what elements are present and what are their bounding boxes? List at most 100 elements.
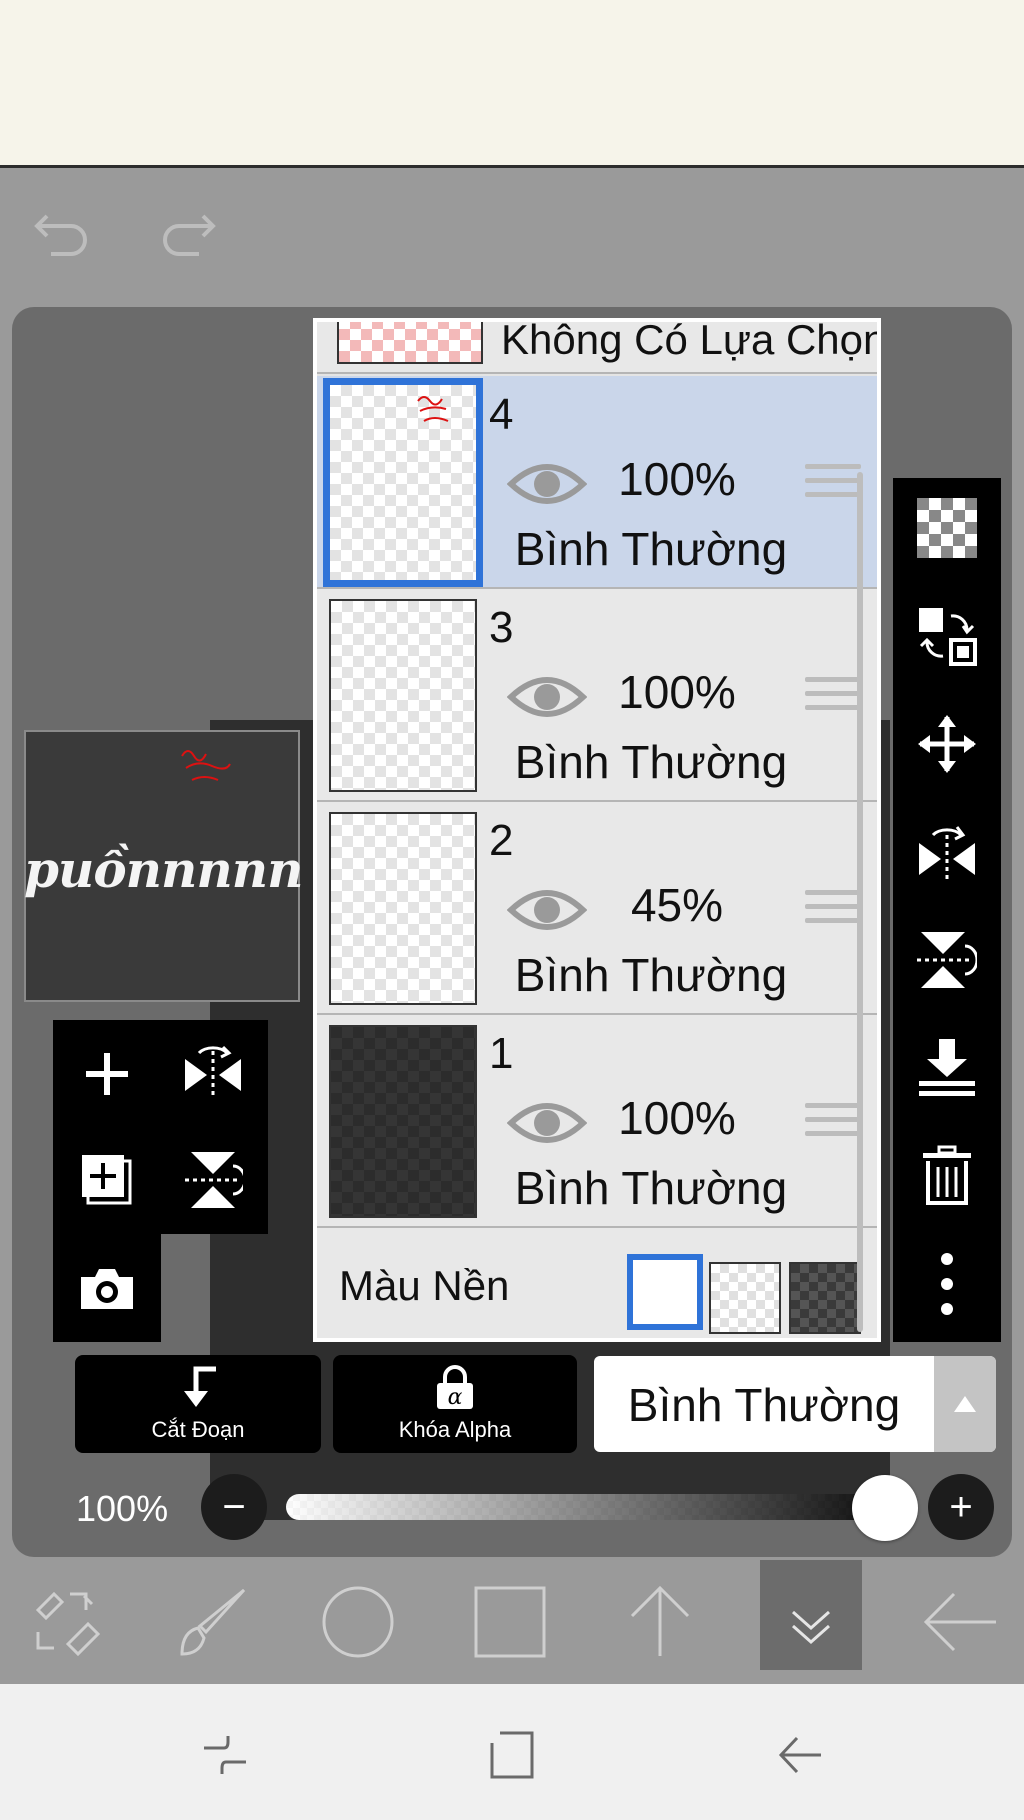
eye-icon [506,677,588,717]
redo-button[interactable] [152,198,222,268]
opacity-slider-track[interactable] [286,1494,890,1520]
selection-layer-row[interactable]: Không Có Lựa Chọn [317,322,877,374]
drag-handle-icon[interactable] [805,677,861,721]
layer-thumbnail [329,599,477,792]
move-icon [918,715,976,773]
move-button[interactable] [893,694,1001,794]
transform-tool-button[interactable] [14,1572,114,1672]
home-button[interactable] [472,1720,552,1790]
flip-horizontal-icon [185,1045,241,1099]
upload-button[interactable] [610,1572,710,1672]
visibility-toggle[interactable] [506,882,588,938]
transparency-button[interactable] [893,478,1001,578]
brush-tool-button[interactable] [162,1572,262,1672]
layer-opacity: 100% [618,453,736,505]
layer-row-2[interactable]: 2 45% Bình Thường [317,802,877,1015]
status-area [0,0,1024,168]
layer-number: 1 [489,1029,514,1078]
background-dark-swatch[interactable] [789,1262,861,1334]
clip-arrow-icon [184,1366,216,1407]
visibility-toggle[interactable] [506,456,588,512]
more-button[interactable] [893,1234,1001,1334]
layer-blend-mode: Bình Thường [514,949,788,1001]
swap-layer-button[interactable] [893,586,1001,686]
layer-row-4[interactable]: 4 100% Bình Thường [317,376,877,589]
blend-mode-dropdown-arrow[interactable] [934,1356,996,1452]
background-white-swatch[interactable] [627,1254,703,1330]
drag-handle-icon[interactable] [805,1103,861,1147]
system-back-button[interactable] [760,1720,840,1790]
layer-opacity: 100% [618,1092,736,1144]
layer-row-3[interactable]: 3 100% Bình Thường [317,589,877,802]
layer-tools-panel [53,1020,268,1234]
preview-title: puồnnnnn [24,840,303,899]
redo-icon [163,214,216,256]
add-layer-button[interactable] [57,1024,157,1124]
add-copy-layer-icon [82,1155,132,1205]
merge-down-button[interactable] [893,1018,1001,1118]
visibility-toggle[interactable] [506,669,588,725]
layer-number: 2 [489,816,514,865]
signature-stamp [181,750,231,781]
flip-horizontal-icon [919,826,975,881]
ellipse-tool-button[interactable] [308,1572,408,1672]
visibility-toggle[interactable] [506,1095,588,1151]
recent-apps-icon [204,1736,246,1774]
add-layer-icon [86,1053,128,1095]
blend-mode-select[interactable]: Bình Thường [594,1356,996,1452]
clipping-label: Cắt Đoạn [151,1417,245,1442]
more-icon [941,1253,953,1315]
checker-icon [917,498,977,558]
clipping-button[interactable]: Cắt Đoạn [75,1355,321,1453]
opacity-value-label: 100% [76,1488,169,1529]
selection-thumbnail [337,322,483,364]
transform-icon [35,1591,101,1657]
circle-icon [322,1586,394,1658]
flip-layer-horizontal-button[interactable] [163,1024,263,1124]
flip-horizontal-button[interactable] [893,802,1001,902]
flip-layer-vertical-button[interactable] [163,1130,263,1230]
delete-layer-button[interactable] [893,1126,1001,1226]
collapse-panel-button[interactable] [761,1572,861,1672]
drag-handle-icon[interactable] [805,890,861,934]
square-icon [474,1586,546,1658]
no-selection-label: Không Có Lựa Chọn [501,322,877,363]
layer-row-1[interactable]: 1 100% Bình Thường [317,1015,877,1228]
layer-blend-mode: Bình Thường [514,736,788,788]
layer-blend-mode: Bình Thường [514,523,788,575]
eye-icon [506,1103,588,1143]
eye-icon [506,464,588,504]
opacity-increase-button[interactable]: + [928,1474,994,1540]
back-arrow-icon [923,1592,996,1652]
alpha-glyph: α [448,1385,463,1410]
layer-thumbnail [329,812,477,1005]
triangle-up-icon [954,1396,976,1412]
eye-icon [506,890,588,930]
opacity-slider-thumb[interactable] [852,1475,918,1541]
signature-mark [417,396,449,422]
opacity-decrease-button[interactable]: − [201,1474,267,1540]
layer-panel: Không Có Lựa Chọn 4 100% Bình Thường 3 1… [313,318,881,1342]
layer-blend-mode: Bình Thường [514,1162,788,1214]
back-button[interactable] [910,1572,1010,1672]
swap-layer-icon [919,608,977,666]
back-icon [778,1736,821,1774]
flip-vertical-icon [185,1152,243,1208]
camera-button[interactable] [57,1238,157,1338]
background-color-row: Màu Nền [317,1228,877,1338]
home-icon [490,1731,534,1779]
flip-vertical-button[interactable] [893,910,1001,1010]
add-copy-layer-button[interactable] [57,1130,157,1230]
layer-number: 3 [489,603,514,652]
drag-handle-icon[interactable] [805,464,861,508]
background-transparent-swatch[interactable] [709,1262,781,1334]
alpha-lock-button[interactable]: α Khóa Alpha [333,1355,577,1453]
recent-apps-button[interactable] [185,1720,265,1790]
trash-icon [923,1145,971,1205]
background-label: Màu Nền [339,1262,510,1309]
rectangle-tool-button[interactable] [460,1572,560,1672]
layer-number: 4 [489,390,514,439]
camera-tool-panel [53,1234,161,1342]
undo-button[interactable] [28,198,98,268]
layer-scrollbar[interactable] [857,472,863,1332]
